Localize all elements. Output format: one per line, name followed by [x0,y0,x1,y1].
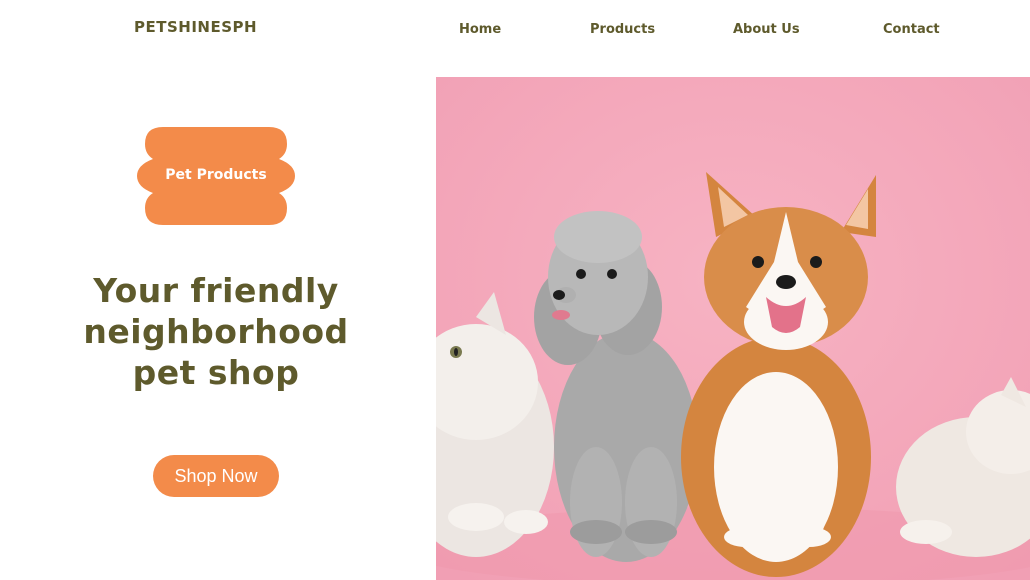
landing-page: PETSHINESPH Home Products About Us Conta… [0,0,1030,580]
pets-photo-icon [436,77,1030,580]
headline-line-3: pet shop [132,353,300,392]
hero-pets-image [436,77,1030,580]
nav-about-link[interactable]: About Us [733,22,800,37]
badge-label: Pet Products [165,167,267,183]
headline-line-1: Your friendly [93,271,339,310]
pet-products-badge: Pet Products [137,127,295,225]
shop-now-button[interactable]: Shop Now [153,455,279,497]
nav-home-link[interactable]: Home [459,22,501,37]
main-nav: Home Products About Us Contact [0,22,1030,42]
nav-contact-link[interactable]: Contact [883,22,940,37]
hero-headline: Your friendly neighborhood pet shop [40,270,392,393]
nav-products-link[interactable]: Products [590,22,655,37]
headline-line-2: neighborhood [83,312,349,351]
